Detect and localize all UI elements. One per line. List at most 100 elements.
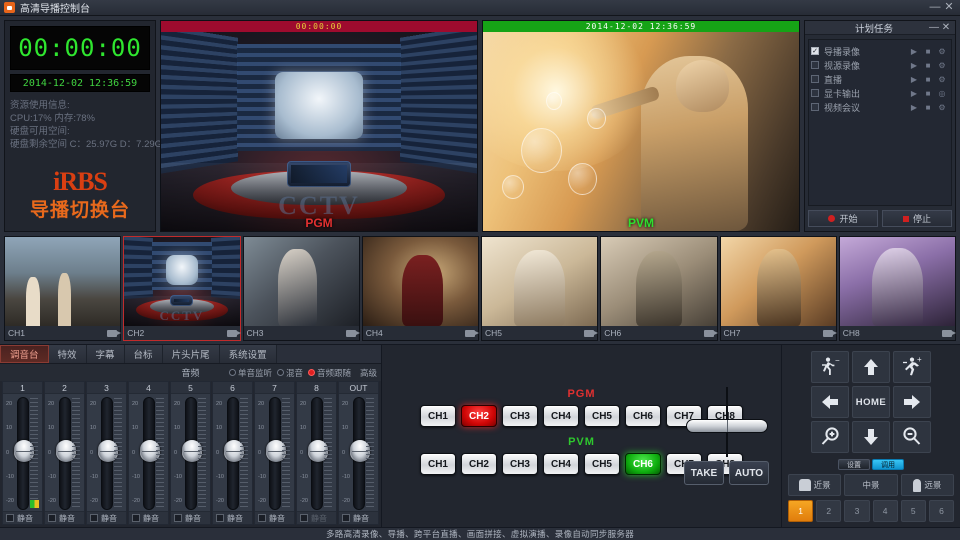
tab-mixer[interactable]: 调音台 [0, 345, 49, 363]
task-minimize-button[interactable]: — [928, 22, 940, 33]
mute-checkbox[interactable] [132, 514, 140, 522]
thumbnail-ch4[interactable]: CH4 [362, 236, 479, 341]
mute-toggle[interactable]: 静音 [3, 511, 42, 524]
pvm-ch2-button[interactable]: CH2 [461, 453, 497, 475]
arrow-down-icon[interactable] [852, 421, 890, 453]
pgm-ch4-button[interactable]: CH4 [543, 405, 579, 427]
pvm-monitor[interactable]: 2014-12-02 12:36:59 PVM [482, 20, 800, 232]
stop-icon[interactable]: ■ [921, 75, 935, 84]
mute-toggle[interactable]: 静音 [339, 511, 378, 524]
fader-track[interactable] [17, 397, 29, 510]
home-button[interactable]: HOME [852, 386, 890, 418]
speed-down-icon[interactable]: − [811, 351, 849, 383]
mute-toggle[interactable]: 静音 [45, 511, 84, 524]
mute-toggle[interactable]: 静音 [213, 511, 252, 524]
pvm-ch4-button[interactable]: CH4 [543, 453, 579, 475]
pgm-ch6-button[interactable]: CH6 [625, 405, 661, 427]
pvm-ch1-button[interactable]: CH1 [420, 453, 456, 475]
mute-checkbox[interactable] [48, 514, 56, 522]
mute-toggle[interactable]: 静音 [255, 511, 294, 524]
fader-track[interactable] [353, 397, 365, 510]
channel-fader[interactable]: 20100-10-20 [45, 394, 84, 511]
play-icon[interactable]: ▶ [907, 75, 921, 84]
preset-3-button[interactable]: 3 [844, 500, 869, 522]
task-checkbox[interactable] [811, 61, 819, 69]
channel-fader[interactable]: 20100-10-20 [339, 394, 378, 511]
fader-track[interactable] [143, 397, 155, 510]
pvm-ch5-button[interactable]: CH5 [584, 453, 620, 475]
pvm-ch3-button[interactable]: CH3 [502, 453, 538, 475]
preset-4-button[interactable]: 4 [873, 500, 898, 522]
option-audio-follow[interactable]: 音频跟随 [308, 367, 351, 379]
gear-icon[interactable]: ⚙ [935, 61, 949, 70]
channel-fader[interactable]: 20100-10-20 [255, 394, 294, 511]
fader-track[interactable] [311, 397, 323, 510]
pgm-ch3-button[interactable]: CH3 [502, 405, 538, 427]
channel-fader[interactable]: 20100-10-20 [129, 394, 168, 511]
arrow-up-icon[interactable] [852, 351, 890, 383]
mute-toggle[interactable]: 静音 [87, 511, 126, 524]
shot-mid-button[interactable]: 中景 [844, 474, 897, 496]
arrow-right-icon[interactable] [893, 386, 931, 418]
stop-button[interactable]: 停止 [882, 210, 952, 227]
shot-far-button[interactable]: 远景 [901, 474, 954, 496]
task-row[interactable]: 视频会议 ▶ ■ ⚙ [811, 100, 949, 114]
arrow-left-icon[interactable] [811, 386, 849, 418]
gear-icon[interactable]: ◎ [935, 89, 949, 98]
gear-icon[interactable]: ⚙ [935, 75, 949, 84]
tab-effects[interactable]: 特效 [49, 345, 87, 363]
tab-logo[interactable]: 台标 [125, 345, 163, 363]
fader-track[interactable] [185, 397, 197, 510]
thumbnail-ch1[interactable]: CH1 [4, 236, 121, 341]
preset-5-button[interactable]: 5 [901, 500, 926, 522]
task-row[interactable]: 显卡输出 ▶ ■ ◎ [811, 86, 949, 100]
task-row[interactable]: 视源录像 ▶ ■ ⚙ [811, 58, 949, 72]
fader-track[interactable] [101, 397, 113, 510]
tab-subtitle[interactable]: 字幕 [87, 345, 125, 363]
task-checkbox[interactable] [811, 89, 819, 97]
stop-icon[interactable]: ■ [921, 89, 935, 98]
option-mono-monitor[interactable]: 单音监听 [229, 367, 272, 379]
thumbnail-ch8[interactable]: CH8 [839, 236, 956, 341]
mute-checkbox[interactable] [258, 514, 266, 522]
pvm-ch6-button[interactable]: CH6 [625, 453, 661, 475]
task-row[interactable]: ✓ 导播录像 ▶ ■ ⚙ [811, 44, 949, 58]
channel-fader[interactable]: 20100-10-20 [87, 394, 126, 511]
play-icon[interactable]: ▶ [907, 103, 921, 112]
pgm-ch5-button[interactable]: CH5 [584, 405, 620, 427]
tab-intro-outro[interactable]: 片头片尾 [163, 345, 220, 363]
mute-toggle[interactable]: 静音 [129, 511, 168, 524]
task-checkbox[interactable] [811, 75, 819, 83]
auto-button[interactable]: AUTO [729, 461, 769, 485]
zoom-in-icon[interactable] [811, 421, 849, 453]
mute-checkbox[interactable] [216, 514, 224, 522]
pgm-ch2-button[interactable]: CH2 [461, 405, 497, 427]
take-button[interactable]: TAKE [684, 461, 724, 485]
gear-icon[interactable]: ⚙ [935, 47, 949, 56]
stop-icon[interactable]: ■ [921, 61, 935, 70]
channel-fader[interactable]: 20100-10-20 [297, 394, 336, 511]
mute-checkbox[interactable] [6, 514, 14, 522]
zoom-out-icon[interactable] [893, 421, 931, 453]
gear-icon[interactable]: ⚙ [935, 103, 949, 112]
transition-tbar[interactable]: TAKE AUTO [684, 387, 769, 485]
thumbnail-ch2[interactable]: CCTV CH2 [123, 236, 240, 341]
play-icon[interactable]: ▶ [907, 61, 921, 70]
mute-checkbox[interactable] [300, 514, 308, 522]
pgm-ch1-button[interactable]: CH1 [420, 405, 456, 427]
preset-1-button[interactable]: 1 [788, 500, 813, 522]
channel-fader[interactable]: 20100-10-20 [3, 394, 42, 511]
pgm-video[interactable]: CCTV PGM [161, 32, 477, 231]
ptz-mode-recall[interactable]: 调用 [872, 459, 904, 470]
preset-6-button[interactable]: 6 [929, 500, 954, 522]
mute-checkbox[interactable] [342, 514, 350, 522]
task-checkbox[interactable]: ✓ [811, 47, 819, 55]
speed-up-icon[interactable]: + [893, 351, 931, 383]
play-icon[interactable]: ▶ [907, 47, 921, 56]
thumbnail-ch5[interactable]: CH5 [481, 236, 598, 341]
close-button[interactable]: ✕ [942, 1, 956, 15]
minimize-button[interactable]: — [928, 1, 942, 15]
mute-checkbox[interactable] [90, 514, 98, 522]
task-close-button[interactable]: ✕ [940, 22, 952, 33]
play-icon[interactable]: ▶ [907, 89, 921, 98]
